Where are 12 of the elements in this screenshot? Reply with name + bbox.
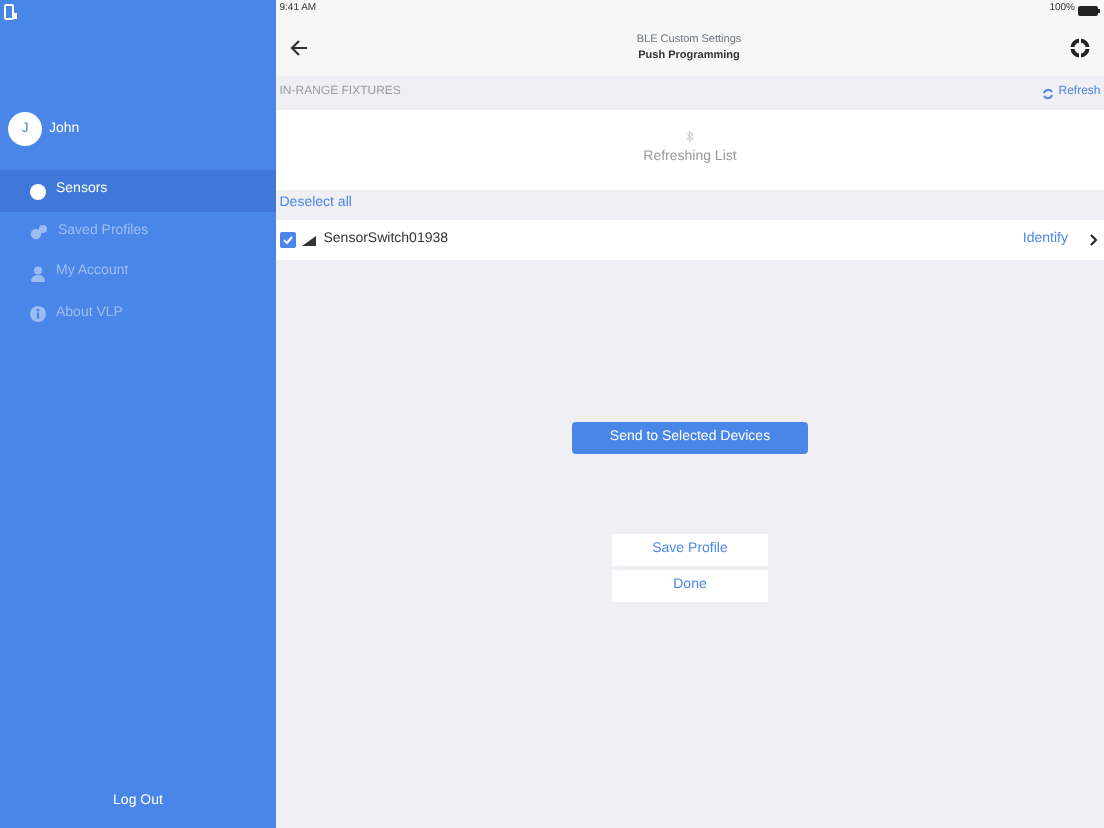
circle-icon bbox=[30, 183, 46, 199]
checkbox[interactable] bbox=[279, 232, 296, 248]
person-icon bbox=[30, 265, 46, 281]
battery-icon bbox=[1078, 5, 1101, 15]
signal-icon bbox=[302, 235, 317, 245]
device-icon bbox=[3, 3, 18, 25]
chevron-right-icon[interactable] bbox=[1089, 234, 1097, 246]
lifebuoy-icon[interactable] bbox=[1070, 38, 1090, 58]
info-icon bbox=[30, 306, 46, 322]
bluetooth-icon bbox=[686, 130, 694, 145]
back-arrow-icon[interactable] bbox=[290, 40, 308, 56]
refresh-icon[interactable] bbox=[1042, 87, 1055, 99]
